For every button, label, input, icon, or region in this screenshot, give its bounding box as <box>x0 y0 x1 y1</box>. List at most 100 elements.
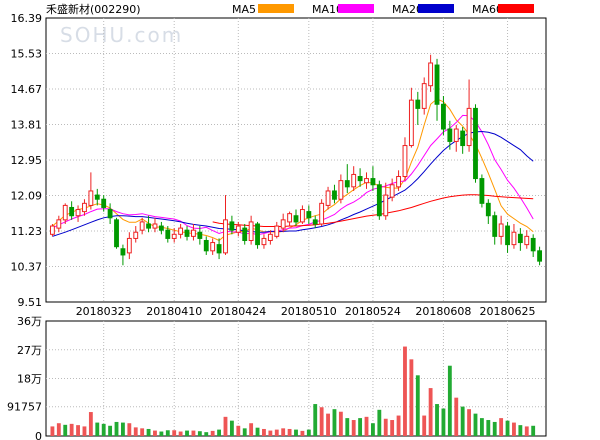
candle-body-down <box>94 194 100 200</box>
price-tick-label: 16.39 <box>11 12 43 25</box>
candle-body-up <box>82 202 87 213</box>
candle-body-up <box>396 176 401 188</box>
candle-body-up <box>210 242 216 252</box>
candle-body-down <box>441 103 446 130</box>
volume-bar <box>512 422 516 436</box>
volume-bar <box>313 404 318 436</box>
volume-bar <box>242 428 247 436</box>
candle-body-up <box>139 221 145 231</box>
volume-bar <box>165 430 170 436</box>
volume-bar <box>518 425 523 436</box>
candle-body-down <box>505 225 510 246</box>
candle-body-up <box>171 233 177 239</box>
candle-body-down <box>120 248 126 256</box>
volume-bar <box>460 406 465 436</box>
candle-body-up <box>466 107 472 147</box>
candle-body-down <box>158 225 164 231</box>
volume-bar <box>262 428 266 436</box>
candle-body-down <box>479 178 485 204</box>
volume-bar <box>319 407 324 436</box>
candle-body-down <box>473 107 478 180</box>
candle-body-down <box>293 215 299 223</box>
candle-body-up <box>126 237 132 254</box>
volume-bar <box>338 411 343 436</box>
volume-bar <box>499 418 504 436</box>
candle-body-down <box>434 64 440 105</box>
candle-body-down <box>537 250 543 262</box>
candle-body-up <box>319 202 325 225</box>
volume-bar <box>146 428 151 436</box>
volume-bar <box>351 420 356 436</box>
volume-bar <box>153 430 157 436</box>
volume-bar <box>396 415 401 436</box>
candle-body-down <box>460 130 466 147</box>
volume-bar <box>101 423 106 436</box>
volume-bar <box>371 423 375 436</box>
price-tick-label: 12.09 <box>11 190 43 203</box>
stock-chart: SOHU.com 禾盛新材(002290) MA5 MA10 MA20 MA60 16… <box>0 0 600 440</box>
volume-bar <box>268 430 273 436</box>
stock-title: 禾盛新材(002290) <box>46 2 141 16</box>
volume-bar <box>428 388 433 436</box>
candle-body-down <box>203 239 209 252</box>
legend-swatch-ma5 <box>258 4 294 13</box>
candle-body-up <box>267 233 273 241</box>
candle-body-up <box>62 204 68 221</box>
candle-body-down <box>114 219 119 248</box>
price-tick-label: 10.37 <box>11 261 43 274</box>
volume-tick-label: 91757 <box>7 401 42 414</box>
volume-bar <box>69 423 74 436</box>
candle-body-up <box>75 209 81 217</box>
candle-body-up <box>421 83 427 109</box>
candle-body-down <box>344 180 350 188</box>
volume-bar <box>364 416 369 436</box>
volume-bar <box>345 418 350 436</box>
candle-body-up <box>178 227 184 235</box>
candle-body-down <box>492 215 498 237</box>
volume-bar <box>172 430 177 436</box>
volume-bar <box>236 425 241 436</box>
candle-body-up <box>248 221 254 241</box>
volume-bar <box>121 422 125 436</box>
volume-bar <box>383 418 388 436</box>
date-tick-label: 20180524 <box>345 305 401 318</box>
volume-bar <box>390 420 395 436</box>
volume-bar <box>403 346 407 436</box>
candle-body-up <box>338 180 344 200</box>
candle-body-up <box>261 237 267 246</box>
volume-bar <box>197 431 202 436</box>
volume-bar <box>479 418 484 436</box>
volume-bar <box>140 428 145 436</box>
candle-body-down <box>107 209 113 219</box>
candle-body-down <box>184 229 190 237</box>
candle-body-down <box>255 223 260 246</box>
volume-bar <box>56 423 61 436</box>
price-tick-label: 12.95 <box>11 154 43 167</box>
candle-body-up <box>511 231 517 246</box>
candle-body-down <box>306 211 312 219</box>
candle-body-up <box>287 213 293 223</box>
candle-body-down <box>376 184 382 217</box>
volume-bar <box>223 416 228 436</box>
legend-swatch-ma60 <box>498 4 534 13</box>
candle-body-up <box>402 145 408 178</box>
date-tick-label: 20180424 <box>210 305 266 318</box>
price-tick-label: 13.81 <box>11 119 43 132</box>
candle-body-down <box>101 198 107 208</box>
volume-bar <box>454 397 459 436</box>
price-tick-label: 9.51 <box>18 296 43 309</box>
candle-body-down <box>447 128 453 142</box>
candle-body-up <box>280 219 286 229</box>
volume-tick-label: 0 <box>35 430 42 440</box>
watermark: SOHU.com <box>60 23 183 47</box>
candle-body-up <box>274 225 280 237</box>
volume-bar <box>281 428 286 436</box>
volume-bar <box>159 431 164 436</box>
candle-body-down <box>370 178 376 186</box>
candle-body-up <box>223 219 228 254</box>
volume-bar <box>204 432 209 436</box>
candle-body-up <box>364 178 369 184</box>
volume-bar <box>306 429 311 436</box>
volume-bar <box>210 430 215 436</box>
volume-tick-label: 36万 <box>17 315 42 328</box>
